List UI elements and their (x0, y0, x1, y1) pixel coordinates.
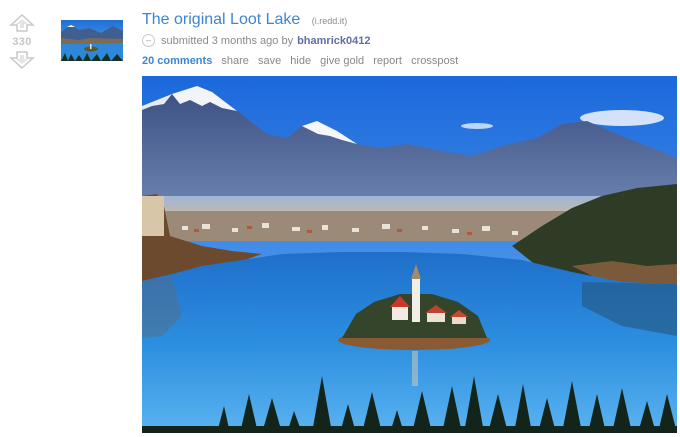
author-link[interactable]: bhamrick0412 (297, 35, 370, 47)
comments-link[interactable]: 20 comments (142, 55, 212, 67)
report-button[interactable]: report (373, 55, 402, 67)
lake-landscape-image (142, 76, 677, 433)
submitted-text: submitted 3 months ago by (161, 34, 294, 47)
post-title-link[interactable]: The original Loot Lake (142, 11, 300, 28)
post-image-preview[interactable] (142, 76, 677, 433)
share-button[interactable]: share (221, 55, 249, 67)
post-domain[interactable]: (i.redd.it) (312, 16, 348, 26)
give-gold-button[interactable]: give gold (320, 55, 364, 67)
title-line: The original Loot Lake (i.redd.it) (142, 11, 347, 29)
crosspost-button[interactable]: crosspost (411, 55, 458, 67)
upvote-arrow-icon[interactable] (8, 14, 36, 32)
save-button[interactable]: save (258, 55, 281, 67)
downvote-arrow-icon[interactable] (8, 51, 36, 69)
vote-column: 330 (8, 14, 36, 69)
post-tagline: – submitted 3 months ago by bhamrick0412 (142, 34, 370, 47)
expando-collapse-icon[interactable]: – (142, 34, 155, 47)
post-thumbnail[interactable] (61, 20, 123, 61)
post-buttons: 20 comments share save hide give gold re… (142, 55, 464, 67)
hide-button[interactable]: hide (290, 55, 311, 67)
score: 330 (12, 36, 32, 48)
